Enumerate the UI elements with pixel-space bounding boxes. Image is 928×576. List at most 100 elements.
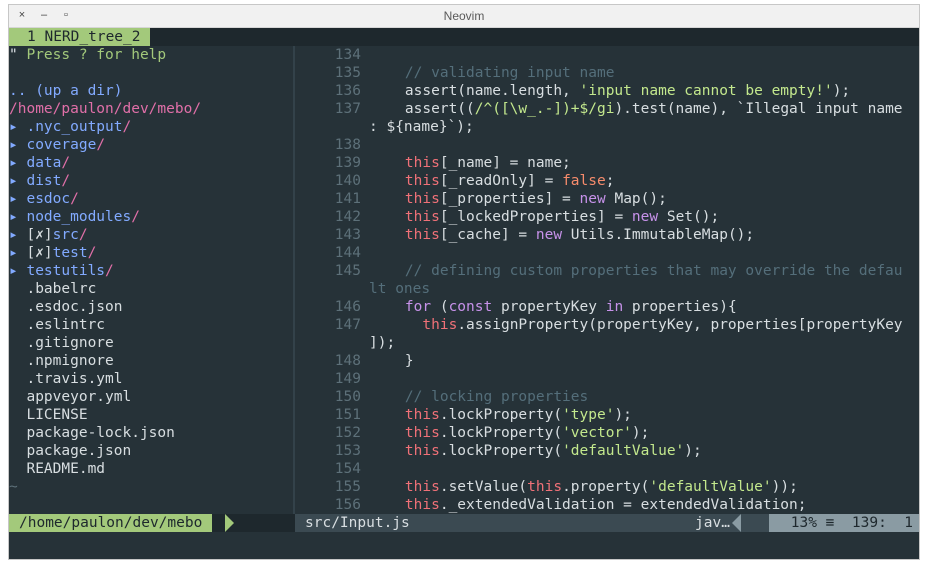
line-number: 147 bbox=[334, 317, 361, 333]
code-token: ); bbox=[631, 425, 650, 441]
tree-file-label[interactable]: appveyor.yml bbox=[9, 389, 131, 405]
tree-dir-item[interactable]: ▸ esdoc/ bbox=[9, 190, 79, 208]
code-token: 'type' bbox=[562, 407, 615, 423]
line-number: 136 bbox=[334, 83, 361, 99]
code-token: .lockProperty( bbox=[439, 425, 563, 441]
tree-file-label[interactable]: .travis.yml bbox=[9, 371, 122, 387]
code-token: this bbox=[370, 209, 440, 225]
code-token: ); bbox=[614, 407, 632, 423]
expand-arrow-icon[interactable]: ▸ bbox=[9, 263, 26, 279]
tree-dir-label[interactable]: testutils bbox=[26, 263, 105, 279]
code-token: [_cache] = bbox=[439, 227, 536, 243]
tree-dir-item[interactable]: ▸ [✗]test/ bbox=[9, 244, 96, 262]
code-token: new bbox=[535, 227, 563, 243]
tree-file-item[interactable]: LICENSE bbox=[9, 406, 87, 424]
tree-file-item[interactable]: .eslintrc bbox=[9, 316, 105, 334]
tree-dir-label[interactable]: data bbox=[26, 155, 61, 171]
code-token: .assignProperty(propertyKey, properties[… bbox=[457, 317, 903, 333]
terminal-area[interactable]: 1 NERD_tree_2 " Press ? for help .. (up a… bbox=[9, 28, 919, 559]
expand-arrow-icon[interactable]: ▸ bbox=[9, 155, 26, 171]
tree-file-item[interactable]: README.md bbox=[9, 460, 105, 478]
tree-dir-label[interactable]: dist bbox=[26, 173, 61, 189]
tree-dir-label[interactable]: node_modules bbox=[26, 209, 131, 225]
tree-dir-label[interactable]: coverage bbox=[26, 137, 96, 153]
status-position: 13% ≡ 139: 1 bbox=[768, 514, 919, 532]
tree-file-item[interactable]: .esdoc.json bbox=[9, 298, 122, 316]
tree-file-label[interactable]: .eslintrc bbox=[9, 317, 105, 333]
tree-file-label[interactable]: .esdoc.json bbox=[9, 299, 122, 315]
code-token: ; bbox=[605, 173, 615, 189]
tree-dir-item[interactable]: ▸ node_modules/ bbox=[9, 208, 140, 226]
tree-file-item[interactable]: .travis.yml bbox=[9, 370, 122, 388]
tree-file-item[interactable]: appveyor.yml bbox=[9, 388, 131, 406]
tree-dir-label[interactable]: src bbox=[53, 227, 79, 243]
code-token: lt ones bbox=[369, 281, 431, 297]
help-marker: " bbox=[9, 47, 18, 63]
tree-dir-slash: / bbox=[122, 119, 132, 135]
expand-arrow-icon[interactable]: ▸ bbox=[9, 245, 26, 261]
code-token: [_lockedProperties] = bbox=[439, 209, 632, 225]
tree-up-dir[interactable]: .. (up a dir) bbox=[9, 82, 123, 100]
tree-file-item[interactable]: .npmignore bbox=[9, 352, 113, 370]
tree-dir-item[interactable]: ▸ dist/ bbox=[9, 172, 70, 190]
line-number: 143 bbox=[334, 227, 361, 243]
status-filename: src/Input.js bbox=[305, 515, 410, 531]
code-line: 146 for (const propertyKey in properties… bbox=[295, 298, 737, 316]
expand-arrow-icon[interactable]: ▸ bbox=[9, 227, 26, 243]
code-line: 150 // locking properties bbox=[295, 388, 588, 406]
code-token: [_name] = name; bbox=[439, 155, 571, 171]
tree-dir-slash: / bbox=[131, 209, 140, 225]
code-token: this bbox=[370, 191, 440, 207]
code-token: // locking properties bbox=[370, 389, 589, 405]
tree-file-label[interactable]: package-lock.json bbox=[9, 425, 174, 441]
line-number: 137 bbox=[334, 101, 361, 117]
expand-arrow-icon[interactable]: ▸ bbox=[9, 191, 26, 207]
code-line: 137 assert((/^([\w_.-])+$/gi).test(name)… bbox=[295, 100, 903, 118]
tree-tilde: ~ bbox=[9, 479, 18, 495]
line-number: 139 bbox=[334, 155, 361, 171]
status-column-number: 1 bbox=[904, 515, 913, 531]
tree-dir-item[interactable]: ▸ data/ bbox=[9, 154, 70, 172]
tree-file-item[interactable]: .gitignore bbox=[9, 334, 113, 352]
tree-dir-item[interactable]: ▸ .nyc_output/ bbox=[9, 118, 131, 136]
tree-dir-item[interactable]: ▸ testutils/ bbox=[9, 262, 114, 280]
tree-file-label[interactable]: .npmignore bbox=[9, 353, 113, 369]
code-token: this bbox=[370, 497, 440, 513]
tree-dir-slash: / bbox=[105, 263, 114, 279]
tree-file-label[interactable]: .gitignore bbox=[9, 335, 113, 351]
tree-dir-slash: / bbox=[78, 227, 88, 243]
tree-file-item[interactable]: package-lock.json bbox=[9, 424, 174, 442]
code-token: // defining custom properties that may o… bbox=[370, 263, 903, 279]
line-number: 134 bbox=[334, 47, 361, 63]
tree-dir-label[interactable]: .nyc_output bbox=[26, 119, 122, 135]
tree-file-label[interactable]: LICENSE bbox=[9, 407, 87, 423]
tree-dir-label[interactable]: test bbox=[53, 245, 88, 261]
code-token: )); bbox=[771, 479, 798, 495]
code-editor-pane[interactable]: 134 135 // validating input name 136 asser… bbox=[295, 46, 919, 514]
tree-file-item[interactable]: .babelrc bbox=[9, 280, 96, 298]
expand-arrow-icon[interactable]: ▸ bbox=[9, 137, 26, 153]
line-number: 148 bbox=[334, 353, 361, 369]
tree-file-label[interactable]: package.json bbox=[9, 443, 131, 459]
tabline: 1 NERD_tree_2 bbox=[9, 28, 919, 46]
tree-dir-item[interactable]: ▸ coverage/ bbox=[9, 136, 105, 154]
status-separator-arrow bbox=[225, 514, 234, 532]
expand-arrow-icon[interactable]: ▸ bbox=[9, 119, 26, 135]
code-line: 155 this.setValue(this.property('default… bbox=[295, 478, 798, 496]
expand-arrow-icon[interactable]: ▸ bbox=[9, 173, 26, 189]
tab-nerd-tree[interactable]: 1 NERD_tree_2 bbox=[9, 28, 150, 46]
code-token: assert(name.length, bbox=[370, 83, 580, 99]
tree-file-label[interactable]: README.md bbox=[9, 461, 105, 477]
nerdtree-pane[interactable]: " Press ? for help .. (up a dir) /home/pau… bbox=[9, 46, 293, 514]
code-line: 142 this[_lockedProperties] = new Set(); bbox=[295, 208, 719, 226]
code-token: in bbox=[605, 299, 624, 315]
tree-file-label[interactable]: .babelrc bbox=[9, 281, 96, 297]
tree-dir-item[interactable]: ▸ [✗]src/ bbox=[9, 226, 88, 244]
code-token: .property( bbox=[562, 479, 650, 495]
tree-up-dir-label[interactable]: .. (up a dir) bbox=[9, 83, 123, 99]
tree-file-item[interactable]: package.json bbox=[9, 442, 131, 460]
code-line: 143 this[_cache] = new Utils.ImmutableMa… bbox=[295, 226, 754, 244]
code-line: 134 bbox=[295, 46, 370, 64]
tree-dir-label[interactable]: esdoc bbox=[26, 191, 70, 207]
expand-arrow-icon[interactable]: ▸ bbox=[9, 209, 26, 225]
